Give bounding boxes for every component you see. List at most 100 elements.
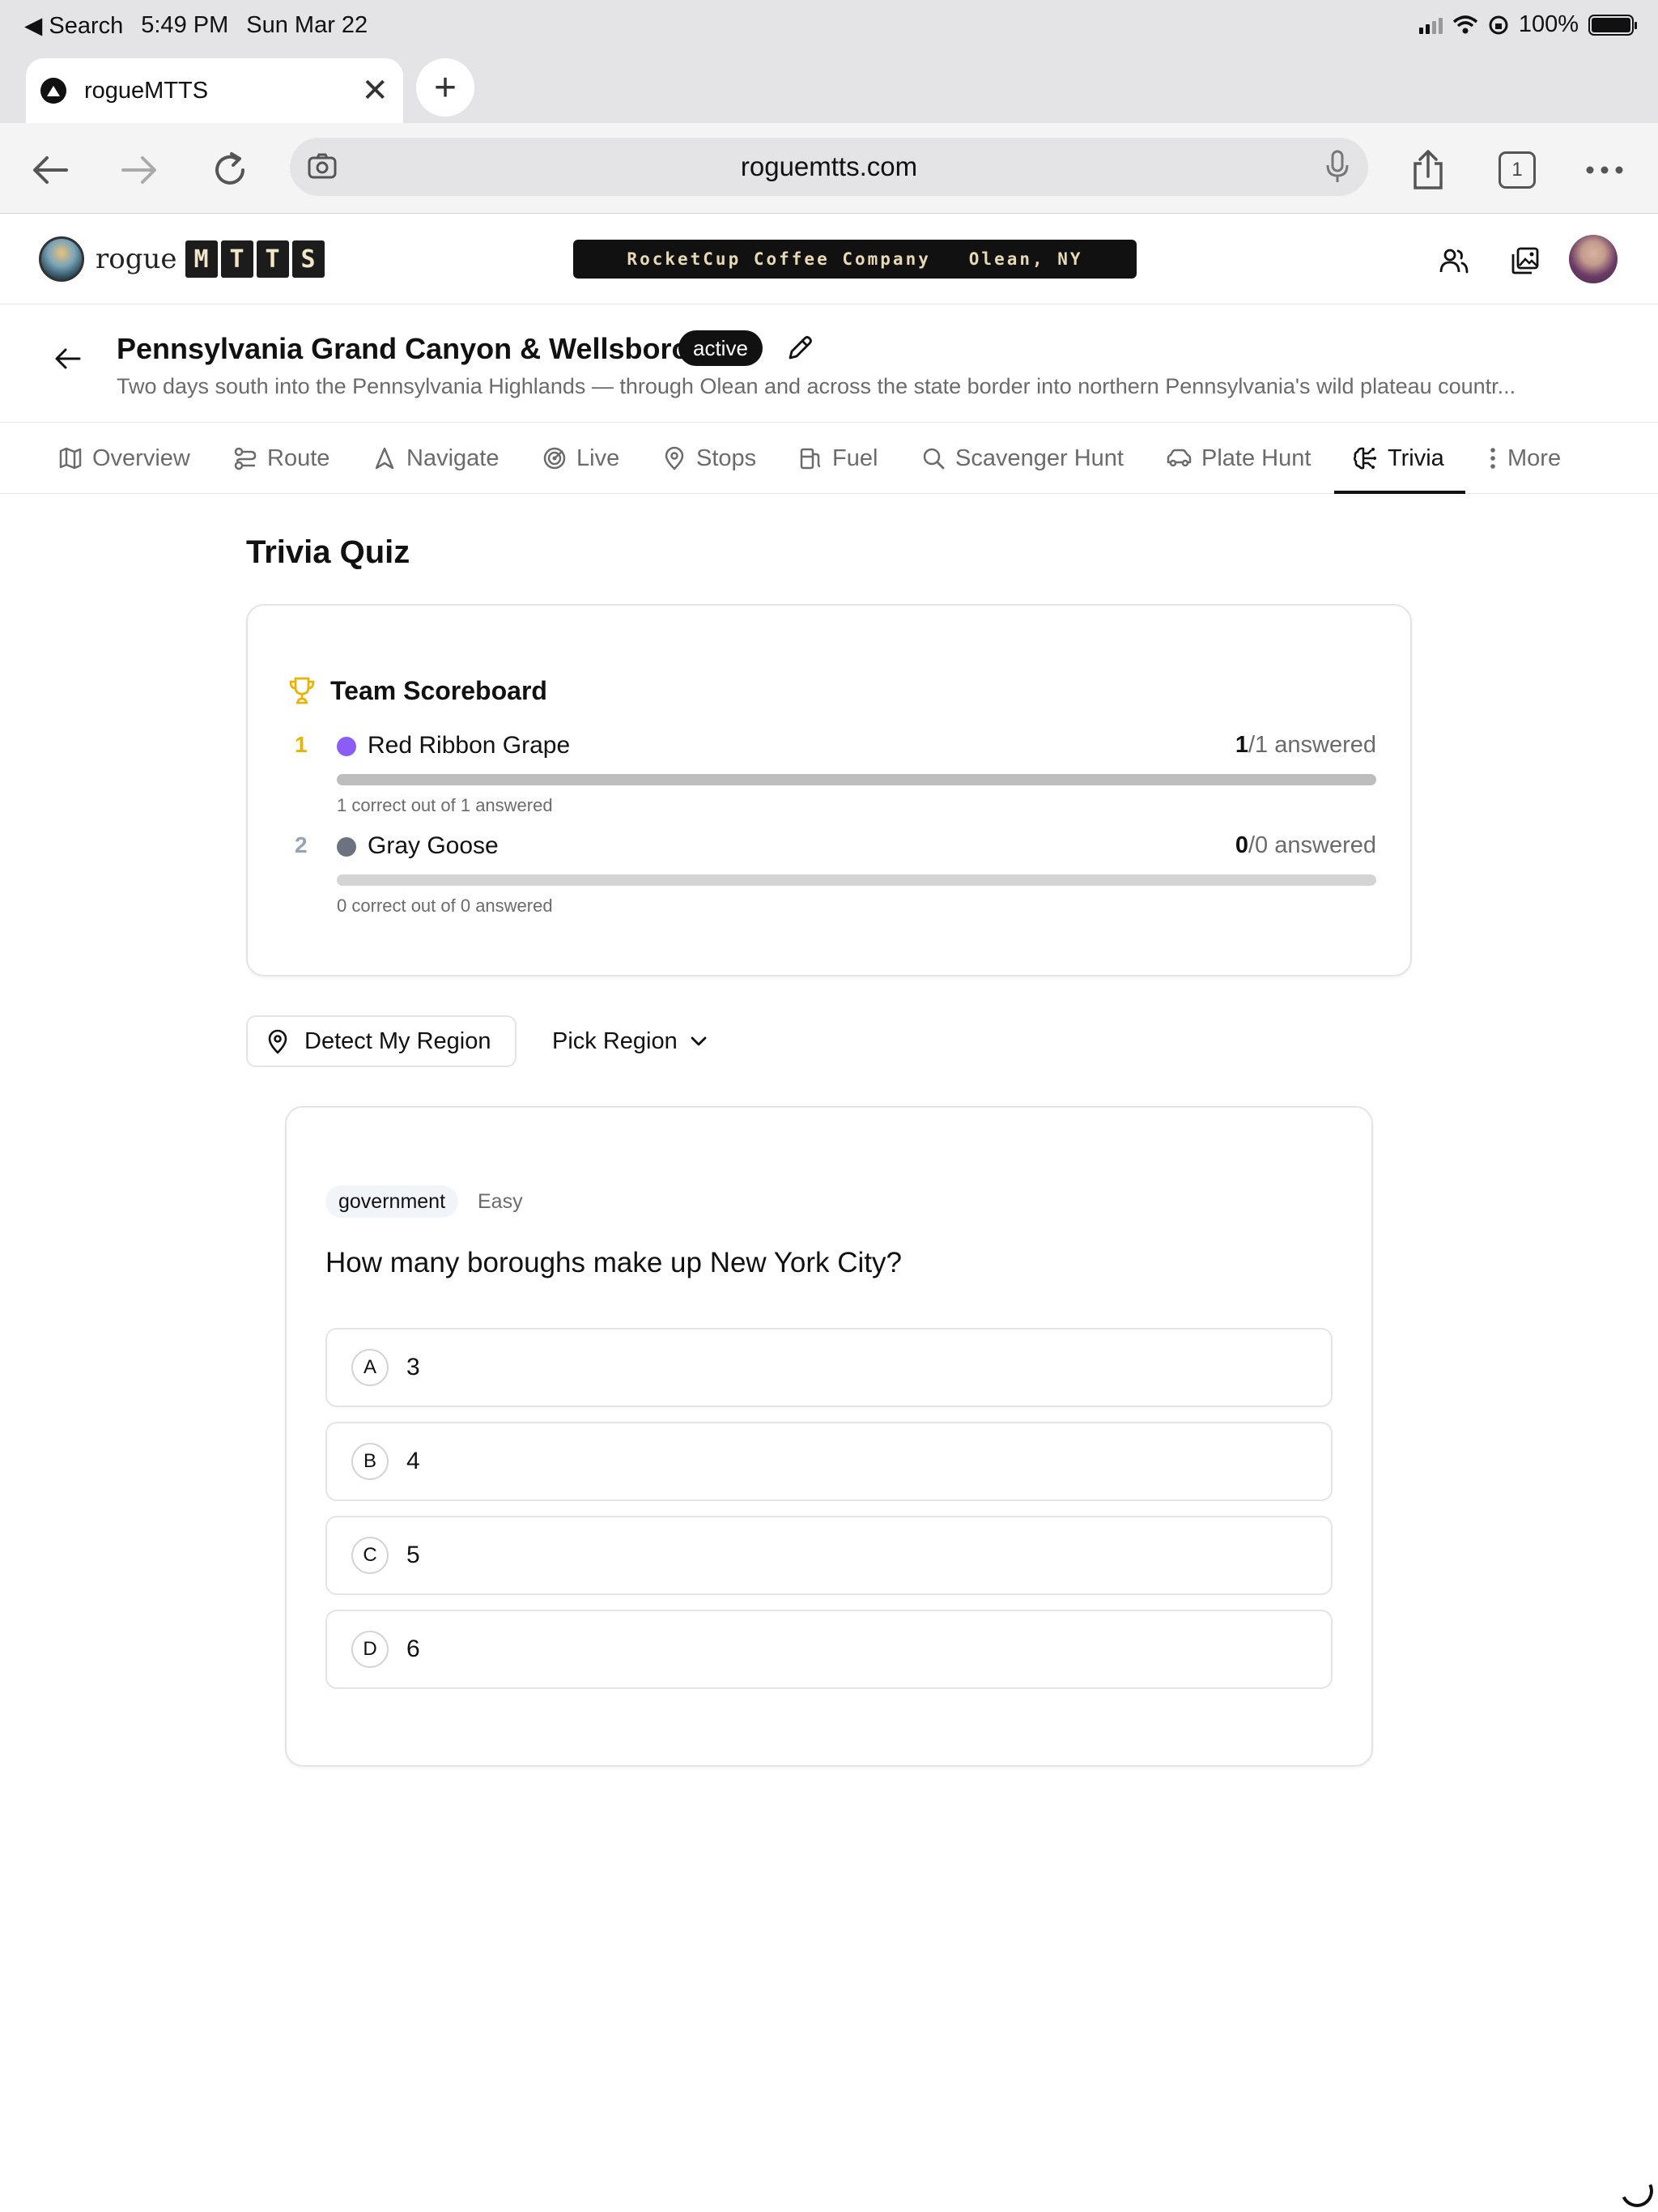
user-avatar[interactable]: [1569, 235, 1618, 283]
search-icon: [923, 448, 945, 470]
battery-percent: 100%: [1518, 11, 1579, 37]
answered-count: /1 answered: [1248, 732, 1376, 758]
tab-more[interactable]: More: [1488, 423, 1561, 494]
tab-label: Navigate: [406, 445, 500, 471]
new-tab-button[interactable]: +: [416, 58, 474, 117]
option-letter: B: [351, 1443, 389, 1480]
team-summary: 1 correct out of 1 answered: [337, 795, 553, 815]
tab-fuel[interactable]: Fuel: [798, 423, 878, 494]
browser-toolbar: roguemtts.com 1: [0, 123, 1658, 214]
edit-pencil-icon[interactable]: [785, 334, 814, 363]
logo-emblem-icon: [39, 236, 84, 282]
answer-option-b[interactable]: B 4: [325, 1422, 1333, 1501]
team-row: 2 Gray Goose 0/0 answered 0 correct out …: [287, 832, 1376, 921]
option-letter: A: [351, 1349, 389, 1386]
scoreboard-title: Team Scoreboard: [330, 675, 547, 705]
battery-icon: [1588, 14, 1637, 36]
team-color-dot: [337, 837, 356, 857]
team-answer-count: 0/0 answered: [1235, 832, 1376, 859]
tab-overview-button[interactable]: 1: [1493, 146, 1541, 194]
cellular-signal-icon: [1418, 16, 1443, 34]
tab-label: More: [1507, 445, 1562, 471]
team-progress-fill: [337, 774, 1376, 785]
tab-trivia[interactable]: Trivia: [1352, 423, 1444, 494]
team-progress-bar: [337, 874, 1376, 886]
photos-icon[interactable]: [1509, 245, 1541, 277]
tab-scavenger-hunt[interactable]: Scavenger Hunt: [921, 423, 1124, 494]
correct-count: 0: [1235, 832, 1248, 858]
tab-plate-hunt[interactable]: Plate Hunt: [1166, 423, 1311, 494]
chevron-down-icon: [691, 1036, 707, 1046]
team-row: 1 Red Ribbon Grape 1/1 answered 1 correc…: [287, 732, 1376, 821]
map-icon: [59, 447, 82, 470]
tab-label: Route: [267, 445, 330, 471]
back-arrow-icon[interactable]: [26, 146, 74, 194]
status-date: Sun Mar 22: [246, 12, 368, 38]
tab-live[interactable]: Live: [542, 423, 619, 494]
fuel-pump-icon: [800, 448, 821, 470]
back-to-search-link[interactable]: ◀ Search: [24, 11, 123, 40]
status-bar: ◀ Search 5:49 PM Sun Mar 22 100%: [0, 0, 1658, 52]
team-color-dot: [337, 737, 356, 756]
difficulty-label: Easy: [478, 1190, 523, 1213]
tab-label: Overview: [92, 445, 190, 471]
orientation-lock-icon: [1489, 15, 1508, 34]
detect-region-button[interactable]: Detect My Region: [246, 1015, 517, 1067]
share-icon[interactable]: [1404, 146, 1452, 194]
trip-nav-tabs: Overview Route Navigate Live Stops Fuel …: [0, 423, 1658, 494]
answer-option-a[interactable]: A 3: [325, 1328, 1333, 1407]
tab-count: 1: [1499, 151, 1536, 189]
tab-route[interactable]: Route: [233, 423, 329, 494]
team-answer-count: 1/1 answered: [1235, 732, 1376, 759]
correct-count: 1: [1235, 732, 1248, 758]
radar-icon: [543, 447, 566, 470]
url-text: roguemtts.com: [740, 151, 918, 181]
question-text: How many boroughs make up New York City?: [325, 1247, 903, 1278]
option-value: 3: [406, 1354, 420, 1380]
site-favicon-icon: [40, 78, 66, 104]
tab-stops[interactable]: Stops: [662, 423, 756, 494]
trip-header: Pennsylvania Grand Canyon & Wellsboro ac…: [0, 304, 1658, 423]
loading-spinner-icon: [1616, 2170, 1658, 2212]
users-icon[interactable]: [1438, 245, 1470, 277]
map-pin-icon: [268, 1029, 287, 1054]
logo-letter: S: [291, 240, 325, 278]
route-icon: [234, 447, 257, 470]
question-card: government Easy How many boroughs make u…: [285, 1106, 1373, 1767]
logo-word: rogue: [96, 243, 177, 275]
trip-status-badge: active: [678, 330, 763, 366]
tab-label: Plate Hunt: [1201, 445, 1312, 471]
app-header: rogue M T T S RocketCup Coffee Company O…: [0, 214, 1658, 304]
address-bar[interactable]: roguemtts.com: [290, 138, 1368, 196]
browser-chrome: ◀ Search 5:49 PM Sun Mar 22 100% rogueMT…: [0, 0, 1658, 214]
pick-region-dropdown[interactable]: Pick Region: [538, 1015, 723, 1067]
visual-search-icon[interactable]: [306, 151, 338, 183]
microphone-icon[interactable]: [1324, 149, 1350, 185]
answer-option-d[interactable]: D 6: [325, 1610, 1333, 1689]
close-tab-icon[interactable]: ✕: [361, 74, 389, 107]
team-rank: 1: [295, 732, 308, 757]
option-value: 6: [406, 1636, 420, 1662]
app-logo[interactable]: rogue M T T S: [39, 236, 325, 282]
wifi-icon: [1452, 15, 1477, 33]
trip-title: Pennsylvania Grand Canyon & Wellsboro: [117, 332, 690, 365]
trophy-icon: [289, 677, 315, 704]
page-title: Trivia Quiz: [246, 534, 410, 570]
navigation-arrow-icon: [375, 447, 394, 470]
tab-label: Live: [576, 445, 620, 471]
car-icon: [1167, 449, 1192, 467]
team-progress-bar: [337, 774, 1376, 785]
browser-tab[interactable]: rogueMTTS ✕: [26, 58, 403, 123]
tab-overview[interactable]: Overview: [58, 423, 190, 494]
team-scoreboard-card: Team Scoreboard 1 Red Ribbon Grape 1/1 a…: [246, 604, 1412, 976]
logo-letter: M: [185, 240, 218, 278]
team-name: Red Ribbon Grape: [368, 732, 571, 759]
back-arrow-icon[interactable]: [53, 347, 83, 371]
tab-navigate[interactable]: Navigate: [372, 423, 499, 494]
more-options-icon[interactable]: [1580, 146, 1629, 194]
answer-option-c[interactable]: C 5: [325, 1516, 1333, 1595]
reload-icon[interactable]: [206, 146, 254, 194]
option-value: 5: [406, 1542, 420, 1568]
option-letter: D: [351, 1631, 389, 1668]
forward-arrow-icon[interactable]: [115, 146, 164, 194]
